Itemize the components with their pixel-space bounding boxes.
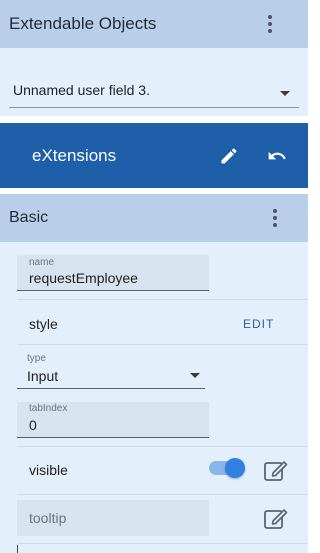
extendable-objects-title: Extendable Objects xyxy=(9,14,157,33)
divider xyxy=(17,299,308,300)
extensions-title: eXtensions xyxy=(32,146,117,165)
divider xyxy=(17,543,308,544)
tooltip-field-placeholder: tooltip xyxy=(29,510,67,526)
style-edit-button[interactable]: EDIT xyxy=(243,317,274,331)
tabindex-field-value: 0 xyxy=(29,417,37,433)
name-field-label: name xyxy=(29,257,55,268)
more-vert-icon[interactable] xyxy=(267,208,283,230)
edit-square-icon[interactable] xyxy=(263,506,289,530)
name-field-underline xyxy=(17,290,209,291)
undo-icon[interactable] xyxy=(266,146,288,166)
chevron-down-icon[interactable] xyxy=(280,91,290,96)
divider xyxy=(17,446,308,447)
tabindex-field-underline xyxy=(17,437,209,438)
style-label: style xyxy=(29,316,58,332)
edit-square-icon[interactable] xyxy=(263,458,289,482)
text-cursor xyxy=(17,545,18,553)
name-field-value: requestEmployee xyxy=(29,270,138,286)
type-field-value: Input xyxy=(27,368,59,384)
visible-toggle-knob[interactable] xyxy=(225,458,245,478)
user-field-select-value: Unnamed user field 3. xyxy=(13,82,150,98)
basic-title: Basic xyxy=(9,209,49,226)
divider xyxy=(17,494,308,495)
select-underline xyxy=(9,107,299,108)
tabindex-field-label: tabIndex xyxy=(29,403,68,414)
chevron-down-icon[interactable] xyxy=(190,373,200,378)
more-vert-icon[interactable] xyxy=(262,14,278,36)
divider xyxy=(17,344,308,345)
type-select-underline xyxy=(17,388,205,389)
pencil-icon[interactable] xyxy=(219,146,239,166)
visible-label: visible xyxy=(29,462,68,478)
